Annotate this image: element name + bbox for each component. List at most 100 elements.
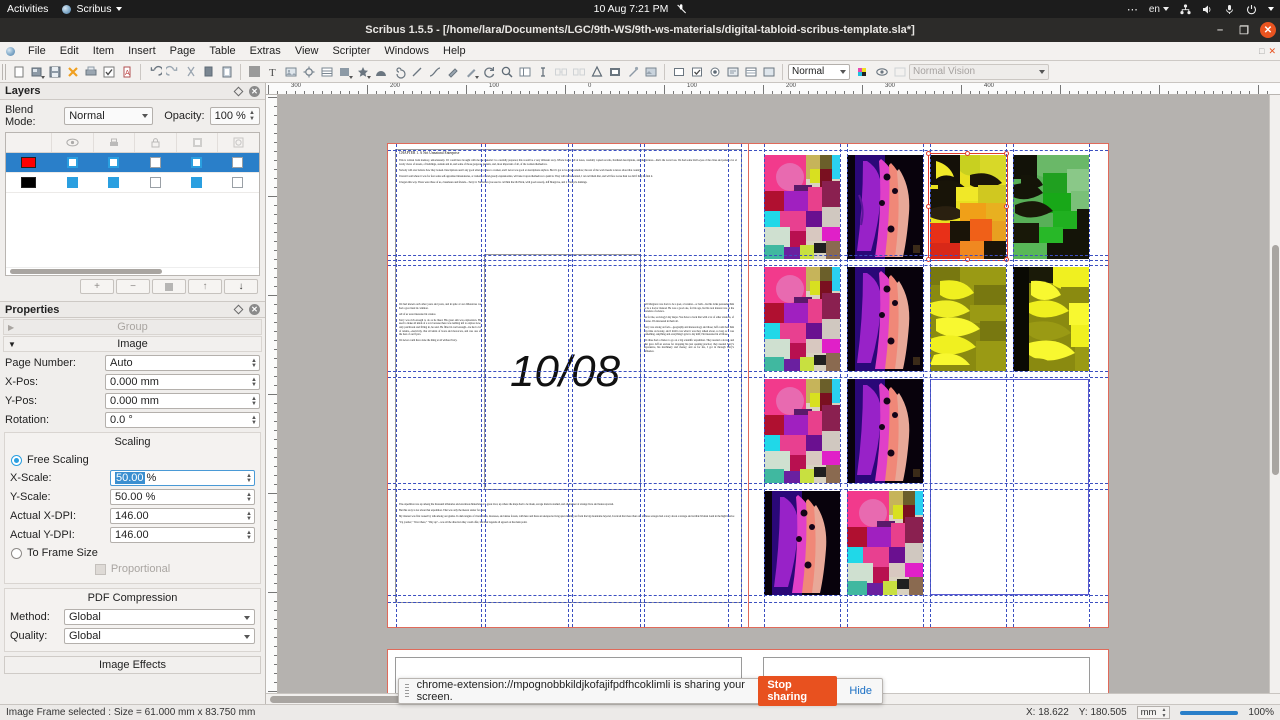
insert-arc-icon[interactable] bbox=[372, 63, 389, 80]
insert-bezier-icon[interactable] bbox=[426, 63, 443, 80]
insert-shape-icon[interactable] bbox=[336, 63, 353, 80]
group-section-header[interactable]: ▶ Group bbox=[3, 319, 262, 335]
layer-select-combo[interactable]: Normal bbox=[788, 63, 850, 80]
clock-area[interactable]: 10 Aug 7:21 PM bbox=[594, 3, 687, 15]
rotate-item-icon[interactable] bbox=[480, 63, 497, 80]
image-section-header[interactable]: ▼ Image bbox=[3, 336, 262, 352]
menu-scripter[interactable]: Scripter bbox=[325, 43, 377, 59]
free-scaling-radio-row[interactable]: Free Scaling bbox=[11, 454, 254, 466]
xscale-field[interactable]: 50.00 % ▲ ▼ bbox=[110, 470, 255, 486]
rotation-field[interactable]: 0.0 ° ▲ ▼ bbox=[105, 412, 260, 428]
grid-image-r1c1[interactable] bbox=[764, 155, 840, 259]
spinner-arrows-icon[interactable]: ▲ ▼ bbox=[249, 110, 255, 122]
lower-layer-button[interactable]: ↓ bbox=[224, 279, 258, 294]
copy-icon[interactable] bbox=[200, 63, 217, 80]
maximize-button[interactable]: ❐ bbox=[1236, 22, 1252, 38]
layer-visible-checkbox[interactable] bbox=[66, 177, 78, 188]
layer-color-swatch[interactable] bbox=[21, 177, 36, 188]
preview-mode-icon[interactable] bbox=[873, 63, 890, 80]
vertical-guide[interactable] bbox=[568, 144, 569, 627]
drag-handle[interactable] bbox=[405, 684, 409, 698]
spinner-arrows-icon[interactable]: ▲ ▼ bbox=[246, 528, 252, 544]
select-item-icon[interactable] bbox=[246, 63, 263, 80]
grid-image-r3c2[interactable] bbox=[847, 379, 923, 483]
insert-freehand-icon[interactable] bbox=[444, 63, 461, 80]
layers-hscrollbar[interactable] bbox=[6, 267, 259, 275]
paste-icon[interactable] bbox=[218, 63, 235, 80]
cms-icon[interactable] bbox=[855, 63, 872, 80]
spinner-arrows-icon[interactable]: ▲ ▼ bbox=[246, 509, 252, 525]
insert-image-frame-icon[interactable] bbox=[282, 63, 299, 80]
grid-image-r1c4[interactable] bbox=[1013, 155, 1089, 259]
resize-handle-n[interactable] bbox=[965, 151, 970, 156]
document-close-icon[interactable]: ✕ bbox=[1268, 46, 1276, 57]
menu-table[interactable]: Table bbox=[202, 43, 242, 59]
remove-layer-button[interactable]: − bbox=[116, 279, 150, 294]
grid-image-r2c1[interactable] bbox=[764, 267, 840, 371]
layer-print-checkbox[interactable] bbox=[108, 157, 120, 168]
unit-select[interactable]: mm ▲ ▼ bbox=[1136, 706, 1171, 719]
pdf-annotation-icon[interactable] bbox=[760, 63, 777, 80]
blend-mode-select[interactable]: Normal bbox=[64, 107, 154, 125]
save-document-icon[interactable] bbox=[46, 63, 63, 80]
document-canvas[interactable]: CHAPTER 1. A Not Unnatural Enterprise Th… bbox=[278, 95, 1280, 693]
insert-line-icon[interactable] bbox=[408, 63, 425, 80]
image-effects-button[interactable]: Image Effects bbox=[4, 656, 261, 674]
actual-ydpi-field[interactable]: 146.00 ▲ ▼ bbox=[110, 527, 255, 543]
insert-spiral-icon[interactable] bbox=[390, 63, 407, 80]
spinner-arrows-icon[interactable]: ▲ ▼ bbox=[251, 394, 257, 410]
grid-image-r2c4[interactable] bbox=[1013, 267, 1089, 371]
grid-image-r4c2[interactable] bbox=[847, 491, 923, 595]
insert-calligraphic-icon[interactable] bbox=[462, 63, 479, 80]
unlink-text-frames-icon[interactable] bbox=[570, 63, 587, 80]
menu-windows[interactable]: Windows bbox=[377, 43, 436, 59]
to-frame-size-radio-row[interactable]: To Frame Size bbox=[11, 547, 254, 559]
empty-frame-outline[interactable] bbox=[930, 379, 1089, 595]
preflight-verifier-icon[interactable] bbox=[100, 63, 117, 80]
vertical-guide[interactable] bbox=[572, 144, 573, 627]
menu-page[interactable]: Page bbox=[163, 43, 203, 59]
menu-extras[interactable]: Extras bbox=[243, 43, 288, 59]
measurements-icon[interactable] bbox=[588, 63, 605, 80]
visual-appearance-icon[interactable] bbox=[891, 63, 908, 80]
selection-frame[interactable] bbox=[928, 153, 1008, 261]
free-scaling-radio[interactable] bbox=[11, 454, 22, 466]
activities-button[interactable]: Activities bbox=[7, 3, 48, 15]
stop-sharing-button[interactable]: Stop sharing bbox=[758, 676, 838, 706]
grid-image-r1c2[interactable] bbox=[847, 155, 923, 259]
menu-item[interactable]: Item bbox=[86, 43, 121, 59]
add-layer-button[interactable]: + bbox=[80, 279, 114, 294]
spinner-arrows-icon[interactable]: ▲ ▼ bbox=[246, 490, 252, 506]
menu-edit[interactable]: Edit bbox=[53, 43, 86, 59]
vertical-ruler[interactable] bbox=[266, 95, 278, 693]
vertical-guide[interactable] bbox=[644, 144, 645, 627]
layer-visible-checkbox[interactable] bbox=[66, 157, 78, 168]
edit-contents-icon[interactable] bbox=[516, 63, 533, 80]
spinner-arrows-icon[interactable]: ▲ ▼ bbox=[246, 471, 252, 487]
close-button[interactable]: ✕ bbox=[1260, 22, 1276, 38]
insert-text-frame-icon[interactable]: T bbox=[264, 63, 281, 80]
grid-image-r3c1[interactable] bbox=[764, 379, 840, 483]
raise-layer-button[interactable]: ↑ bbox=[188, 279, 222, 294]
pdf-radio-button-icon[interactable] bbox=[706, 63, 723, 80]
new-document-icon[interactable] bbox=[10, 63, 27, 80]
quality-select[interactable]: Global bbox=[64, 628, 255, 644]
vertical-guide[interactable] bbox=[741, 144, 742, 627]
pdf-list-box-icon[interactable] bbox=[742, 63, 759, 80]
layer-outline-checkbox[interactable] bbox=[232, 157, 244, 168]
volume-icon[interactable] bbox=[1202, 4, 1213, 15]
close-icon[interactable]: ✕ bbox=[249, 85, 260, 97]
keyboard-layout-indicator[interactable]: en bbox=[1149, 4, 1169, 15]
close-document-icon[interactable] bbox=[64, 63, 81, 80]
spinner-arrows-icon[interactable]: ▲ ▼ bbox=[251, 413, 257, 429]
vertical-guide[interactable] bbox=[840, 144, 841, 627]
float-panel-icon[interactable] bbox=[233, 86, 244, 96]
grid-image-r2c2[interactable] bbox=[847, 267, 923, 371]
vertical-guide[interactable] bbox=[930, 144, 931, 627]
close-icon[interactable]: ✕ bbox=[249, 304, 260, 315]
document-restore-icon[interactable]: □ bbox=[1259, 46, 1264, 57]
insert-polygon-icon[interactable] bbox=[354, 63, 371, 80]
menu-insert[interactable]: Insert bbox=[121, 43, 163, 59]
horizontal-ruler[interactable]: 300 200 100 0 100 200 300 400 bbox=[266, 83, 1280, 95]
ellipsis-icon[interactable]: ⋯ bbox=[1127, 3, 1138, 16]
